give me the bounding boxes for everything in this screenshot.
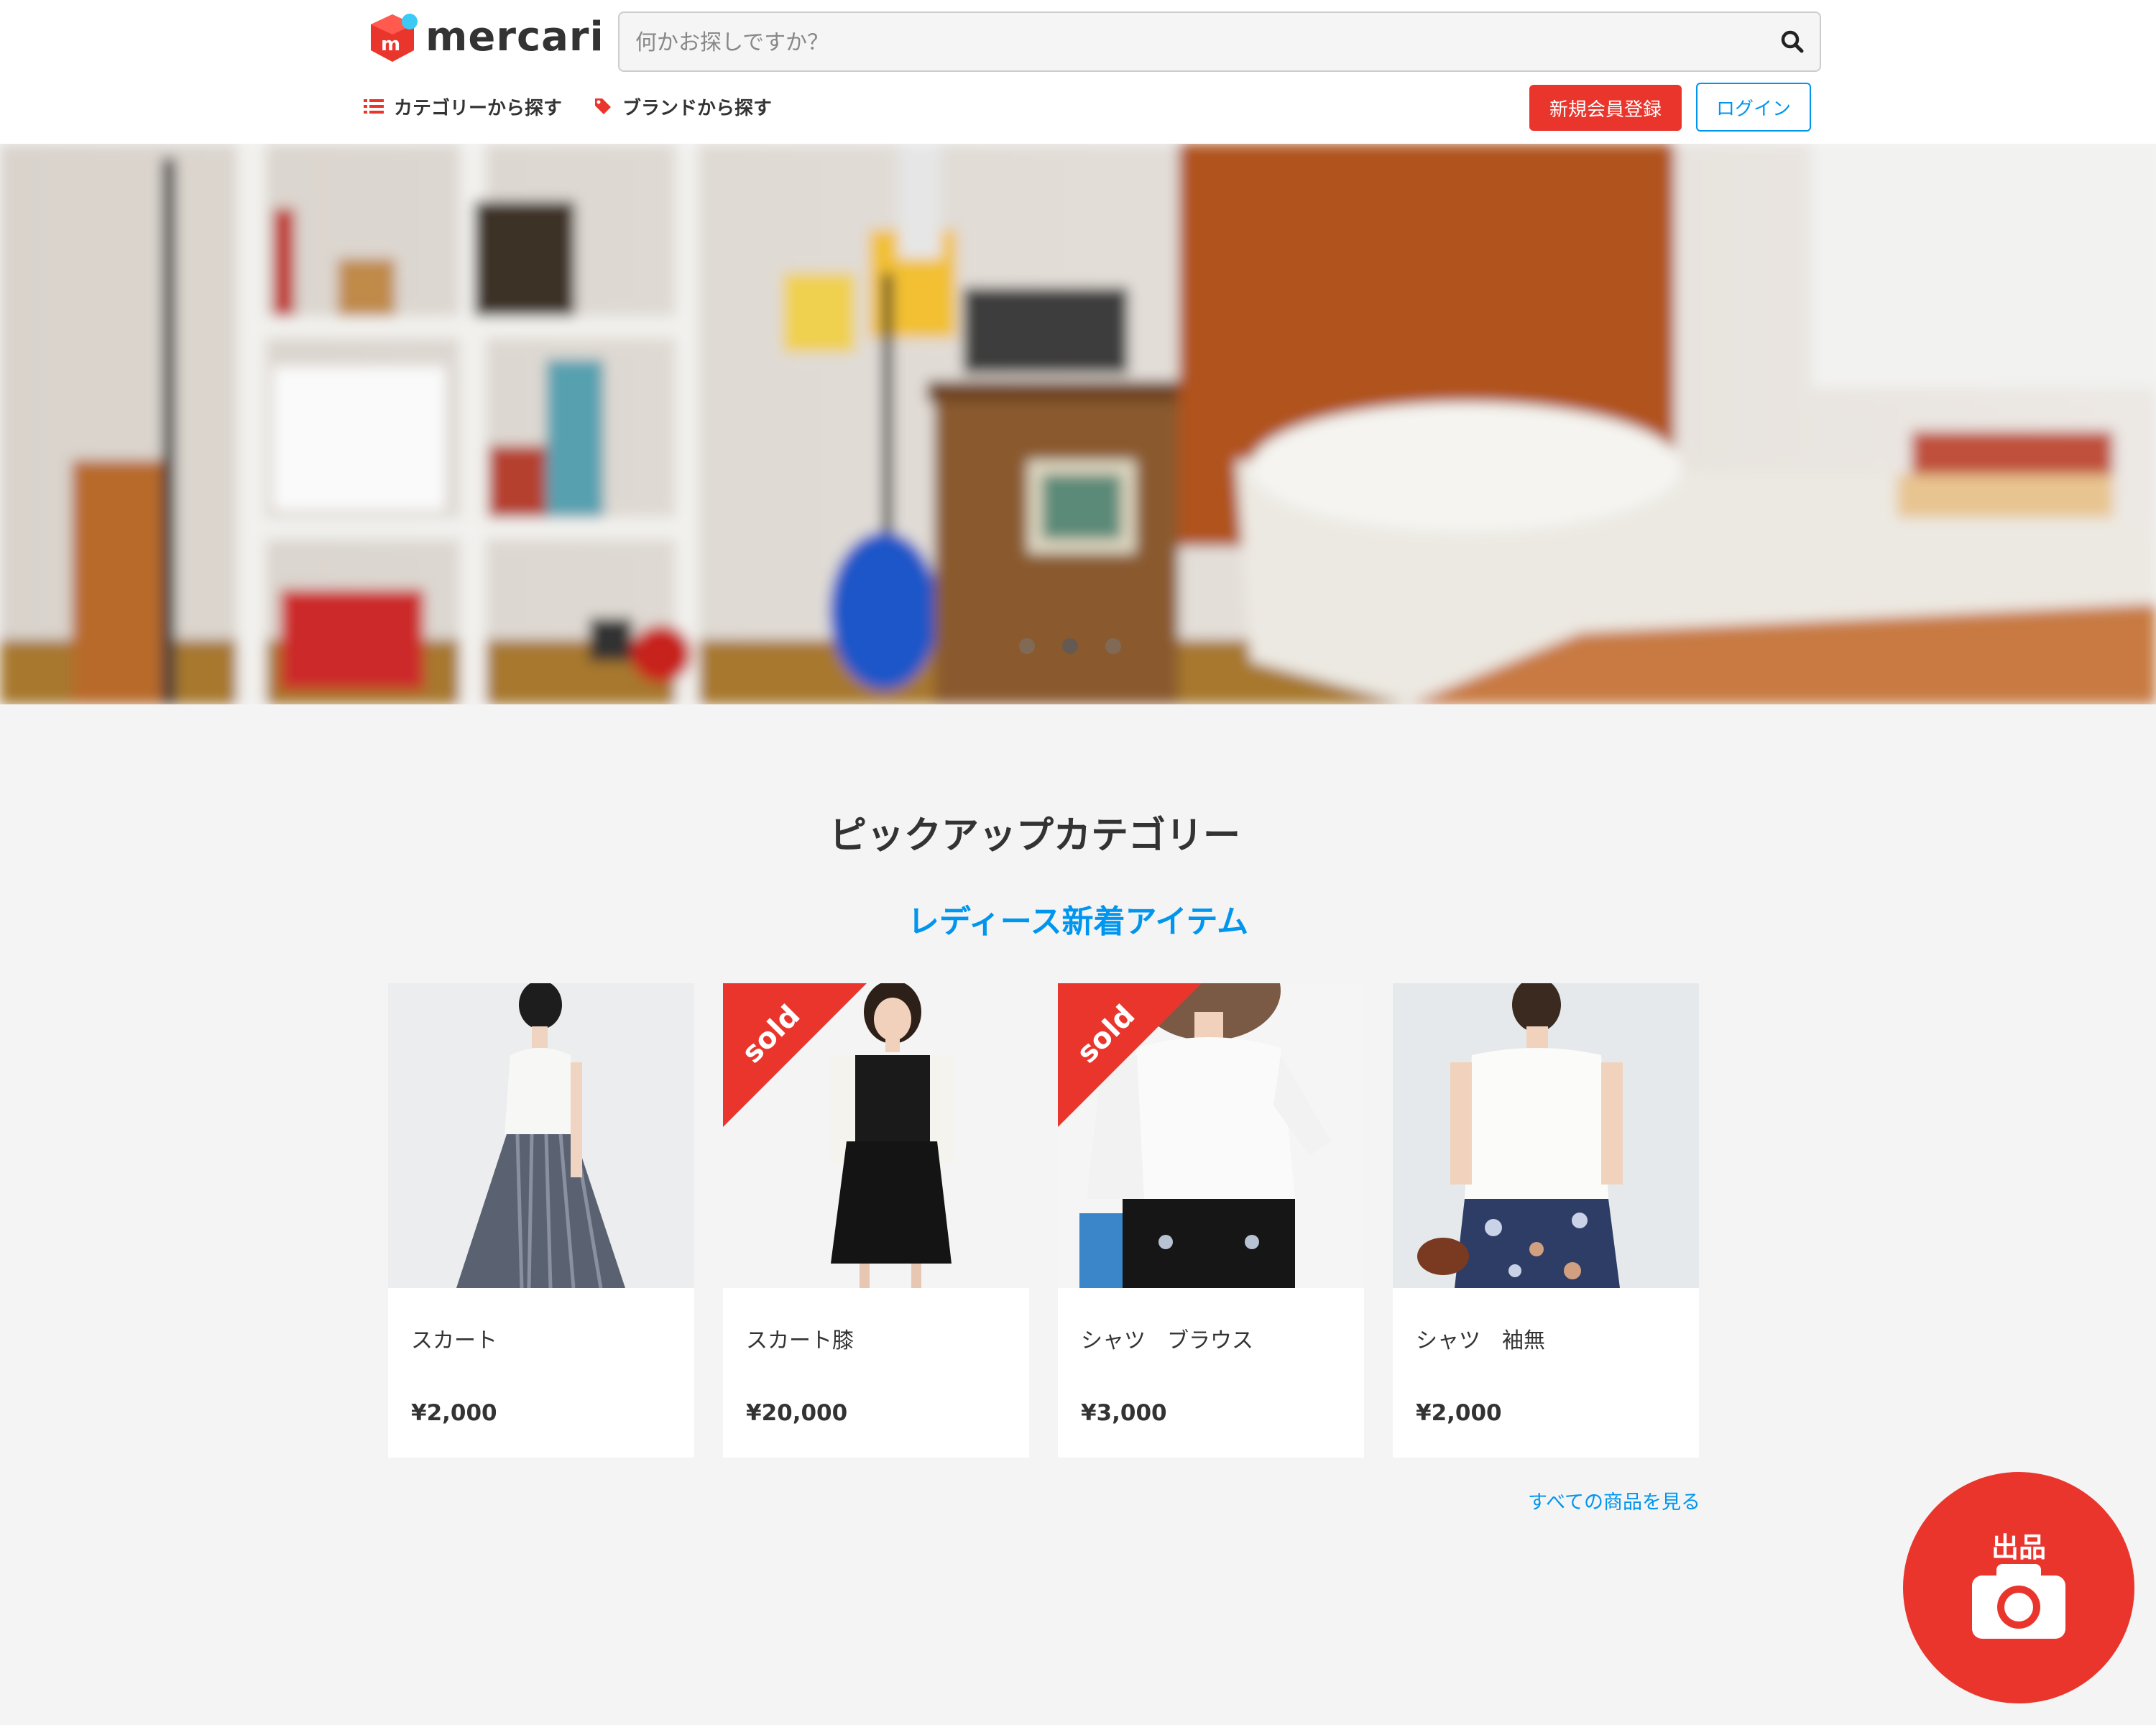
- search-bar: [618, 12, 1821, 72]
- pickup-title: ピックアップカテゴリー: [829, 814, 1240, 857]
- mercari-logo[interactable]: m mercari: [367, 10, 604, 65]
- search-input[interactable]: [634, 13, 1758, 72]
- nav-brand-link[interactable]: ブランドから探す: [594, 92, 772, 121]
- logo-text: mercari: [425, 14, 604, 60]
- item-card[interactable]: sold スカート膝 ¥20,000: [723, 983, 1029, 1458]
- item-card[interactable]: シャツ 袖無 ¥2,000: [1393, 983, 1699, 1458]
- item-price: ¥3,000: [1081, 1400, 1167, 1426]
- carousel-dot-1[interactable]: [1019, 638, 1035, 654]
- list-icon: [364, 98, 384, 115]
- item-price: ¥20,000: [746, 1400, 848, 1426]
- carousel-dots: [1019, 638, 1121, 654]
- item-name: スカート膝: [746, 1328, 854, 1353]
- nav-category-label: カテゴリーから探す: [394, 97, 563, 119]
- signup-button[interactable]: 新規会員登録: [1529, 85, 1682, 131]
- mercari-logo-icon: m: [371, 14, 418, 62]
- item-name: シャツ ブラウス: [1081, 1328, 1253, 1353]
- item-card[interactable]: スカート ¥2,000: [388, 983, 694, 1458]
- pickup-subtitle-link[interactable]: レディース新着アイテム: [0, 896, 2156, 942]
- svg-text:m: m: [381, 34, 400, 55]
- nav-category-link[interactable]: カテゴリーから探す: [364, 92, 562, 121]
- item-photo: [1393, 983, 1699, 1288]
- item-name: スカート: [411, 1328, 497, 1353]
- carousel-dot-3[interactable]: [1105, 638, 1121, 654]
- item-photo: [388, 983, 694, 1288]
- login-button[interactable]: ログイン: [1696, 83, 1811, 132]
- sold-badge: sold: [723, 983, 867, 1127]
- item-name: シャツ 袖無: [1416, 1328, 1545, 1353]
- carousel-dot-2[interactable]: [1062, 638, 1078, 654]
- search-icon: [1781, 30, 1804, 53]
- hero-banner[interactable]: [0, 144, 2156, 704]
- search-button[interactable]: [1778, 27, 1807, 56]
- see-all-link[interactable]: すべての商品を見る: [1509, 1486, 1700, 1514]
- camera-icon: [1972, 1564, 2065, 1639]
- item-price: ¥2,000: [411, 1400, 497, 1426]
- hero-room-image: [0, 144, 2156, 704]
- tag-icon: [594, 97, 612, 116]
- item-price: ¥2,000: [1416, 1400, 1502, 1426]
- sold-badge: sold: [1058, 983, 1202, 1127]
- sell-button[interactable]: 出品: [1903, 1472, 2134, 1703]
- sell-button-label: 出品: [1991, 1532, 2046, 1563]
- nav-brand-label: ブランドから探す: [622, 97, 773, 119]
- item-card[interactable]: sold シャツ ブラウス ¥3,000: [1058, 983, 1364, 1458]
- site-header: m mercari カテゴリーから探す: [0, 0, 2156, 144]
